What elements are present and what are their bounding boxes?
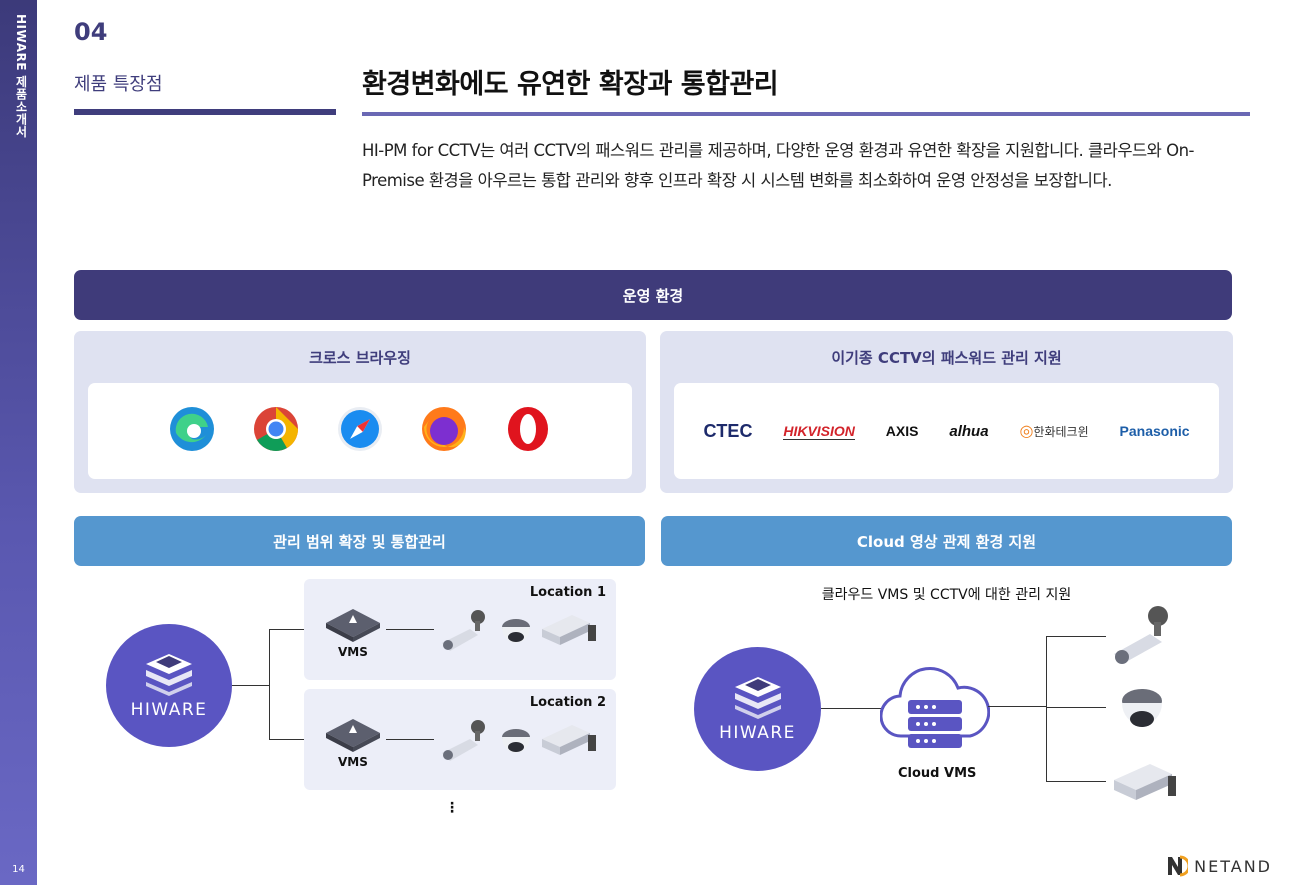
connector-line [1046,636,1047,782]
hiware-hub-left: HIWARE [106,624,232,747]
camera-group-icon [442,610,596,651]
connector-line [386,629,434,630]
safari-icon [336,405,384,457]
vendor-panel: 이기종 CCTV의 패스워드 관리 지원 CTEC HIKVISION AXIS… [660,331,1233,493]
connector-line [1046,781,1106,782]
divider-right [362,112,1250,116]
bullet-camera-icon [442,720,485,761]
side-banner: HIWARE 제품소개서 14 [0,0,37,885]
vms-device-icon [326,609,380,642]
page-title: 환경변화에도 유연한 확장과 통합관리 [362,69,779,100]
brand-list: CTEC HIKVISION AXIS alhua ◎한화테크윈 Panason… [674,383,1219,479]
divider-left [74,109,336,115]
brand-ctec: CTEC [703,420,753,441]
brand-hikvision: HIKVISION [783,422,855,440]
brand-dahua: alhua [949,422,989,440]
connector-line [1046,636,1106,637]
connector-line [269,739,304,740]
section-number: 04 [74,18,108,46]
vendor-title: 이기종 CCTV의 패스워드 관리 지원 [831,349,1062,367]
connector-line [269,629,304,630]
cloud-subtitle: 클라우드 VMS 및 CCTV에 대한 관리 지원 [821,587,1072,603]
opera-icon [504,405,552,457]
bullet-camera-icon [1114,606,1168,664]
page-number: 14 [12,864,25,875]
location-name: Location 2 [529,695,606,710]
connector-line [1046,707,1106,708]
description: HI-PM for CCTV는 여러 CCTV의 패스워드 관리를 제공하며, … [362,141,1195,190]
box-camera-icon [542,615,596,645]
server-stack-icon [146,653,192,696]
hub-label: HIWARE [719,723,796,743]
cloud-server-icon [880,667,990,748]
scope-bar: 관리 범위 확장 및 통합관리 [74,516,645,566]
location-card-2: Location 2 VMS [304,689,616,790]
brand-hanwha: ◎한화테크윈 [1019,423,1089,440]
hiware-hub-right: HIWARE [694,647,821,771]
location-name: Location 1 [529,585,606,600]
operating-env-bar: 운영 환경 [74,270,1232,320]
connector-line [988,706,1047,707]
browser-list [88,383,632,479]
connector-line [269,629,270,740]
netand-logo: NETAND [1166,855,1272,877]
cross-browsing-title: 크로스 브라우징 [309,349,411,367]
netand-mark-icon [1168,855,1189,877]
cloud-vms-label: Cloud VMS [898,766,977,781]
vms-label: VMS [338,645,368,659]
connector-line [232,685,269,686]
brand-name: NETAND [1194,856,1272,876]
hanwha-logo-icon: ◎ [1019,423,1034,440]
more-locations: ⋮ [445,800,459,816]
edge-icon [168,405,216,457]
hub-label: HIWARE [130,699,208,720]
vms-label: VMS [338,755,368,769]
server-stack-icon [734,677,781,719]
cross-browsing-panel: 크로스 브라우징 [74,331,646,493]
side-title: HIWARE 제품소개서 [14,14,28,139]
connector-line [386,739,434,740]
box-camera-icon [542,725,596,755]
camera-group-icon [442,720,596,761]
brand-panasonic: Panasonic [1119,423,1190,439]
connector-line [821,708,884,709]
section-name: 제품 특장점 [74,74,163,95]
dome-camera-icon [502,729,530,753]
firefox-icon [420,405,468,457]
dome-camera-icon [1122,689,1162,727]
cloud-bar: Cloud 영상 관제 환경 지원 [661,516,1232,566]
location-card-1: Location 1 VMS [304,579,616,680]
vms-device-icon [326,719,380,752]
chrome-icon [252,405,300,457]
bullet-camera-icon [442,610,485,651]
dome-camera-icon [502,619,530,643]
brand-axis: AXIS [885,423,919,439]
box-camera-icon [1114,764,1176,800]
